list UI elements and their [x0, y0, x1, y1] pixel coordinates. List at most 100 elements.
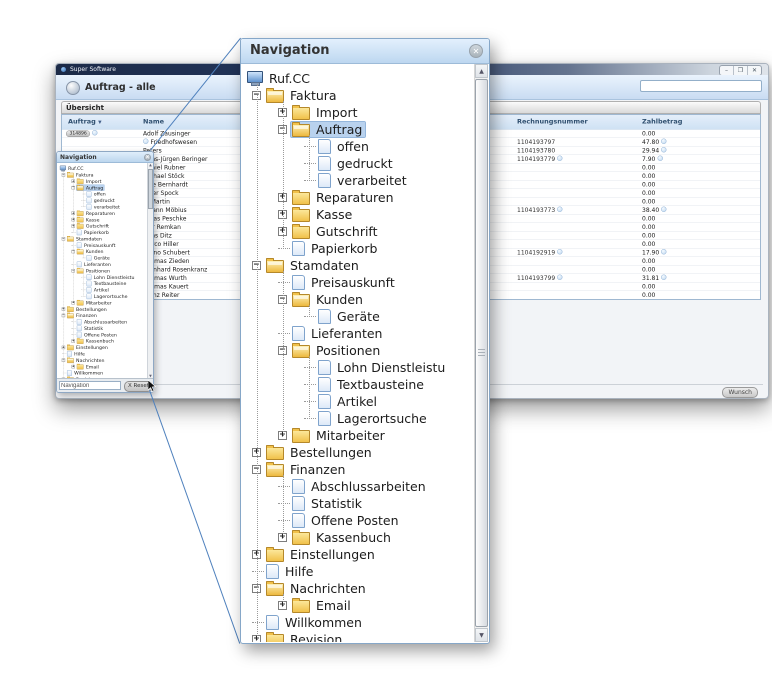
tree-item-label: Lieferanten: [84, 262, 111, 268]
tree-item-nachrichten[interactable]: −Nachrichten: [242, 580, 473, 597]
open-order-icon[interactable]: [92, 130, 98, 136]
folder-closed-icon: [266, 447, 284, 460]
name-cell: Adolf Zausinger: [143, 130, 190, 137]
tree-item-reparaturen[interactable]: +Reparaturen: [242, 189, 473, 206]
tree-item-email[interactable]: +Email: [242, 597, 473, 614]
navigation-tree: Ruf.CC−Faktura+Import−Auftragoffengedruc…: [242, 64, 473, 642]
tree-item-hilfe[interactable]: Hilfe: [242, 563, 473, 580]
tree-item-geräte[interactable]: Geräte: [242, 308, 473, 325]
column-zahlbetrag[interactable]: Zahlbetrag: [642, 118, 682, 126]
tree-item-gedruckt[interactable]: gedruckt: [242, 155, 473, 172]
invoice-link-icon[interactable]: [557, 207, 563, 213]
mini-scrollbar[interactable]: ▲ ▼: [147, 163, 153, 379]
folder-closed-icon: [292, 600, 310, 613]
tree-item-label: Nachrichten: [290, 581, 366, 596]
tree-item-label: Lohn Dienstleistu: [337, 360, 445, 375]
tree-item-textbausteine[interactable]: Textbausteine: [242, 376, 473, 393]
tree-item-stamdaten[interactable]: −Stamdaten: [242, 257, 473, 274]
tree-item-revision[interactable]: +Revision: [242, 631, 473, 642]
tree-item-abschlussarbeiten[interactable]: Abschlussarbeiten: [242, 478, 473, 495]
tree-item-label: Kasse: [316, 207, 352, 222]
payment-link-icon[interactable]: [661, 147, 667, 153]
navigation-popup: Navigation ✕ Ruf.CC−Faktura+Import−Auftr…: [240, 38, 490, 644]
tree-item-label: Einstellungen: [76, 345, 108, 351]
tree-item-finanzen[interactable]: −Finanzen: [242, 461, 473, 478]
tree-item-lieferanten[interactable]: Lieferanten: [242, 325, 473, 342]
invoice-link-icon[interactable]: [557, 156, 563, 162]
popup-scrollbar[interactable]: ▲ ▼: [474, 64, 488, 642]
close-button[interactable]: ✕: [747, 66, 761, 75]
wunsch-button[interactable]: Wunsch: [722, 387, 758, 398]
tree-item-gutschrift[interactable]: +Gutschrift: [242, 223, 473, 240]
tree-item-preisauskunft[interactable]: Preisauskunft: [242, 274, 473, 291]
tree-item-positionen[interactable]: −Positionen: [242, 342, 473, 359]
document-icon: [77, 262, 82, 268]
tree-item-import[interactable]: +Import: [242, 104, 473, 121]
popup-close-icon[interactable]: ✕: [469, 44, 483, 58]
tree-item-lohn-dienstleistu[interactable]: Lohn Dienstleistu: [242, 359, 473, 376]
navigation-popup-header[interactable]: Navigation ✕: [241, 39, 489, 64]
tree-item-label: Statistik: [311, 496, 362, 511]
invoice-link-icon[interactable]: [557, 275, 563, 281]
payment-link-icon[interactable]: [661, 249, 667, 255]
folder-closed-icon: [292, 226, 310, 239]
tree-item-bestellungen[interactable]: +Bestellungen: [242, 444, 473, 461]
scrollbar-thumb[interactable]: [475, 79, 488, 627]
folder-open-icon: [266, 464, 284, 477]
tree-item-offen[interactable]: offen: [242, 138, 473, 155]
tree-item-auftrag[interactable]: −Auftrag: [242, 121, 473, 138]
amount-cell: 38.40: [642, 207, 667, 214]
tree-connector: [278, 333, 290, 334]
invoice-cell: 1104193799: [517, 275, 563, 282]
tree-item-kasse[interactable]: +Kasse: [242, 206, 473, 223]
tree-item-label: Nachrichten: [76, 357, 104, 363]
document-icon: [318, 173, 331, 188]
mini-navigation-header[interactable]: Navigation: [57, 152, 153, 163]
tree-item-kunden[interactable]: −Kunden: [242, 291, 473, 308]
amount-cell: 0.00: [642, 292, 655, 299]
order-number-badge[interactable]: 314896: [66, 131, 90, 138]
tree-item-lagerortsuche[interactable]: Lagerortsuche: [242, 410, 473, 427]
payment-link-icon[interactable]: [661, 275, 667, 281]
mini-tree-viewport: Ruf.CC−Faktura+Import−Auftragoffengedruc…: [58, 163, 153, 379]
tree-item-kassenbuch[interactable]: +Kassenbuch: [242, 529, 473, 546]
document-icon: [318, 156, 331, 171]
column-rechnungsnummer[interactable]: Rechnungsnummer: [517, 118, 588, 126]
scroll-up-icon[interactable]: ▲: [475, 64, 488, 78]
tree-item-faktura[interactable]: −Faktura: [242, 87, 473, 104]
column-auftrag[interactable]: Auftrag ▼: [68, 118, 102, 126]
tree-item-label: Offene Posten: [311, 513, 399, 528]
payment-link-icon[interactable]: [657, 156, 663, 162]
document-icon: [292, 496, 305, 511]
document-icon: [77, 325, 82, 331]
row-link-icon[interactable]: [143, 139, 149, 145]
tree-item-statistik[interactable]: Statistik: [242, 495, 473, 512]
minimize-button[interactable]: –: [720, 66, 733, 75]
tree-item-label: Abschlussarbeiten: [311, 479, 426, 494]
payment-link-icon[interactable]: [661, 139, 667, 145]
amount-cell: 0.00: [642, 215, 655, 222]
tree-item-willkommen[interactable]: Willkommen: [242, 614, 473, 631]
navigation-tree-viewport: Ruf.CC−Faktura+Import−Auftragoffengedruc…: [242, 64, 473, 642]
mini-close-icon[interactable]: ✕: [144, 154, 151, 161]
mini-scroll-up-icon[interactable]: ▲: [148, 163, 153, 168]
tree-item-ruf-cc[interactable]: Ruf.CC: [242, 70, 473, 87]
invoice-link-icon[interactable]: [557, 249, 563, 255]
tree-item-mitarbeiter[interactable]: +Mitarbeiter: [242, 427, 473, 444]
payment-link-icon[interactable]: [661, 207, 667, 213]
navigation-filter-input[interactable]: [59, 381, 121, 390]
tree-item-verarbeitet[interactable]: verarbeitet: [242, 172, 473, 189]
search-input[interactable]: [640, 80, 762, 92]
page-title: Auftrag - alle: [85, 82, 156, 93]
tree-item-label: Import: [316, 105, 358, 120]
restore-button[interactable]: ❐: [733, 66, 747, 75]
scroll-down-icon[interactable]: ▼: [475, 628, 488, 642]
tree-item-offene-posten[interactable]: Offene Posten: [242, 512, 473, 529]
column-name[interactable]: Name: [143, 118, 164, 126]
mini-scrollbar-thumb[interactable]: [148, 169, 153, 209]
tree-item-einstellungen[interactable]: +Einstellungen: [242, 546, 473, 563]
tree-item-papierkorb[interactable]: Papierkorb: [242, 240, 473, 257]
tree-item-artikel[interactable]: Artikel: [242, 393, 473, 410]
tree-item-label: Willkommen: [285, 615, 362, 630]
document-icon: [292, 241, 305, 256]
